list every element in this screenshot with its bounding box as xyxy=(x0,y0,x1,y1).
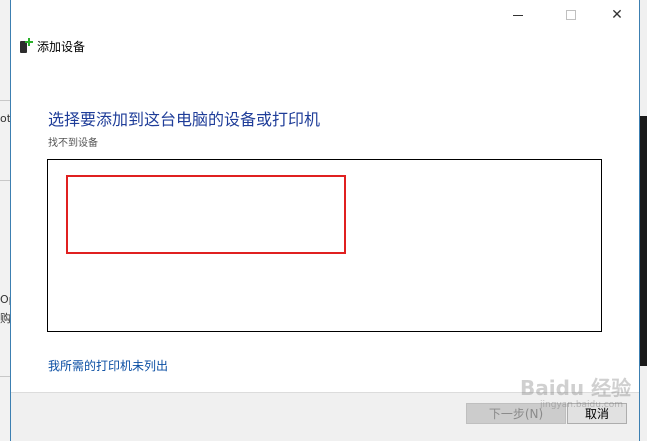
add-device-icon xyxy=(19,38,33,54)
title-bar[interactable]: ✕ xyxy=(11,0,639,30)
dialog-footer: 下一步(N) 取消 xyxy=(11,392,639,441)
status-text: 找不到设备 xyxy=(48,138,98,149)
maximize-icon xyxy=(566,10,576,20)
minimize-icon xyxy=(513,14,523,16)
dialog-header: 添加设备 xyxy=(19,36,85,56)
add-device-dialog: ✕ 添加设备 选择要添加到这台电脑的设备或打印机 找不到设备 我所需的打印机未列… xyxy=(10,0,640,441)
close-button[interactable]: ✕ xyxy=(594,0,640,30)
bg-divider xyxy=(0,100,10,101)
next-button[interactable]: 下一步(N) xyxy=(466,403,566,424)
cancel-button[interactable]: 取消 xyxy=(567,403,627,424)
bg-divider xyxy=(0,376,10,377)
close-icon: ✕ xyxy=(611,7,623,23)
dialog-title: 添加设备 xyxy=(37,39,86,54)
maximize-button xyxy=(548,0,594,30)
page-title: 选择要添加到这台电脑的设备或打印机 xyxy=(48,110,321,129)
bg-divider xyxy=(0,180,10,181)
device-list[interactable] xyxy=(47,159,602,332)
background-window-left: ot Op 购 xyxy=(0,0,16,441)
minimize-button[interactable] xyxy=(495,0,541,30)
highlight-annotation xyxy=(66,175,346,254)
printer-not-listed-link[interactable]: 我所需的打印机未列出 xyxy=(48,357,168,374)
